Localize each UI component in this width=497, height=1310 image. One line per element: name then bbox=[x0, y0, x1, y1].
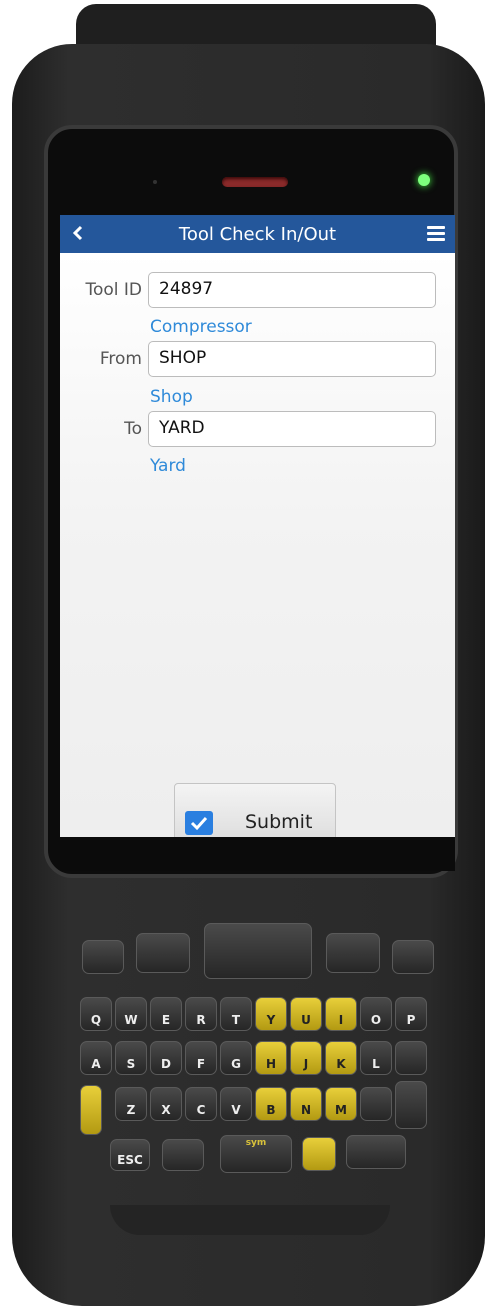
key-esc[interactable]: ESC bbox=[110, 1139, 150, 1171]
key-s[interactable]: S bbox=[115, 1041, 147, 1075]
to-description: Yard bbox=[150, 456, 186, 476]
hamburger-menu-icon bbox=[427, 226, 445, 229]
key-shift-arrow[interactable] bbox=[395, 1081, 427, 1129]
call-key[interactable] bbox=[82, 940, 124, 974]
key-a[interactable]: A bbox=[80, 1041, 112, 1075]
scan-key[interactable] bbox=[204, 923, 312, 979]
key-g[interactable]: G bbox=[220, 1041, 252, 1075]
app-screen: Tool Check In/Out Tool ID 24897 Compress… bbox=[60, 215, 455, 837]
from-input[interactable]: SHOP bbox=[148, 341, 436, 377]
key-k[interactable]: K bbox=[325, 1041, 357, 1075]
menu-button[interactable] bbox=[427, 226, 445, 242]
key-p[interactable]: P bbox=[395, 997, 427, 1031]
key-r[interactable]: R bbox=[185, 997, 217, 1031]
key-i[interactable]: I bbox=[325, 997, 357, 1031]
tool-description: Compressor bbox=[150, 317, 252, 337]
key-enter[interactable] bbox=[346, 1135, 406, 1169]
key-m[interactable]: M bbox=[325, 1087, 357, 1121]
key-shift-yellow[interactable] bbox=[80, 1085, 102, 1135]
to-label: To bbox=[124, 419, 142, 439]
key-f[interactable]: F bbox=[185, 1041, 217, 1075]
tool-id-row: Tool ID 24897 bbox=[60, 272, 455, 310]
screen-lower-band bbox=[60, 837, 455, 871]
app-header: Tool Check In/Out bbox=[60, 215, 455, 253]
key-z[interactable]: Z bbox=[115, 1087, 147, 1121]
submit-label: Submit bbox=[245, 811, 313, 833]
key-q[interactable]: Q bbox=[80, 997, 112, 1031]
down-key[interactable] bbox=[326, 933, 380, 973]
page-title: Tool Check In/Out bbox=[178, 224, 337, 245]
device-bottom-cap bbox=[110, 1205, 390, 1235]
key-y[interactable]: Y bbox=[255, 997, 287, 1031]
key-e[interactable]: E bbox=[150, 997, 182, 1031]
status-led bbox=[418, 174, 430, 186]
from-row: From SHOP bbox=[60, 341, 455, 379]
to-input[interactable]: YARD bbox=[148, 411, 436, 447]
key-v[interactable]: V bbox=[220, 1087, 252, 1121]
key-comma[interactable] bbox=[302, 1137, 336, 1171]
key-space-sym[interactable]: sym bbox=[220, 1135, 292, 1173]
earpiece-speaker bbox=[222, 177, 288, 187]
key-h[interactable]: H bbox=[255, 1041, 287, 1075]
hardware-keypad: Q W E R T Y U I O P A S D F G H J K L Z … bbox=[40, 905, 460, 1225]
key-backspace[interactable] bbox=[162, 1139, 204, 1171]
to-row: To YARD bbox=[60, 411, 455, 449]
key-l[interactable]: L bbox=[360, 1041, 392, 1075]
from-label: From bbox=[99, 349, 142, 369]
tool-id-label: Tool ID bbox=[85, 280, 142, 300]
key-o[interactable]: O bbox=[360, 997, 392, 1031]
key-t[interactable]: T bbox=[220, 997, 252, 1031]
key-x[interactable]: X bbox=[150, 1087, 182, 1121]
key-tab[interactable] bbox=[395, 1041, 427, 1075]
key-u[interactable]: U bbox=[290, 997, 322, 1031]
key-j[interactable]: J bbox=[290, 1041, 322, 1075]
key-c[interactable]: C bbox=[185, 1087, 217, 1121]
key-d[interactable]: D bbox=[150, 1041, 182, 1075]
checkmark-icon bbox=[185, 811, 213, 835]
front-camera bbox=[153, 180, 157, 184]
key-period[interactable] bbox=[360, 1087, 392, 1121]
up-key[interactable] bbox=[136, 933, 190, 973]
submit-button[interactable]: Submit bbox=[174, 783, 336, 837]
from-description: Shop bbox=[150, 387, 193, 407]
tool-id-input[interactable]: 24897 bbox=[148, 272, 436, 308]
end-call-key[interactable] bbox=[392, 940, 434, 974]
key-n[interactable]: N bbox=[290, 1087, 322, 1121]
key-w[interactable]: W bbox=[115, 997, 147, 1031]
key-b[interactable]: B bbox=[255, 1087, 287, 1121]
form-area: Tool ID 24897 Compressor From SHOP Shop … bbox=[60, 253, 455, 837]
